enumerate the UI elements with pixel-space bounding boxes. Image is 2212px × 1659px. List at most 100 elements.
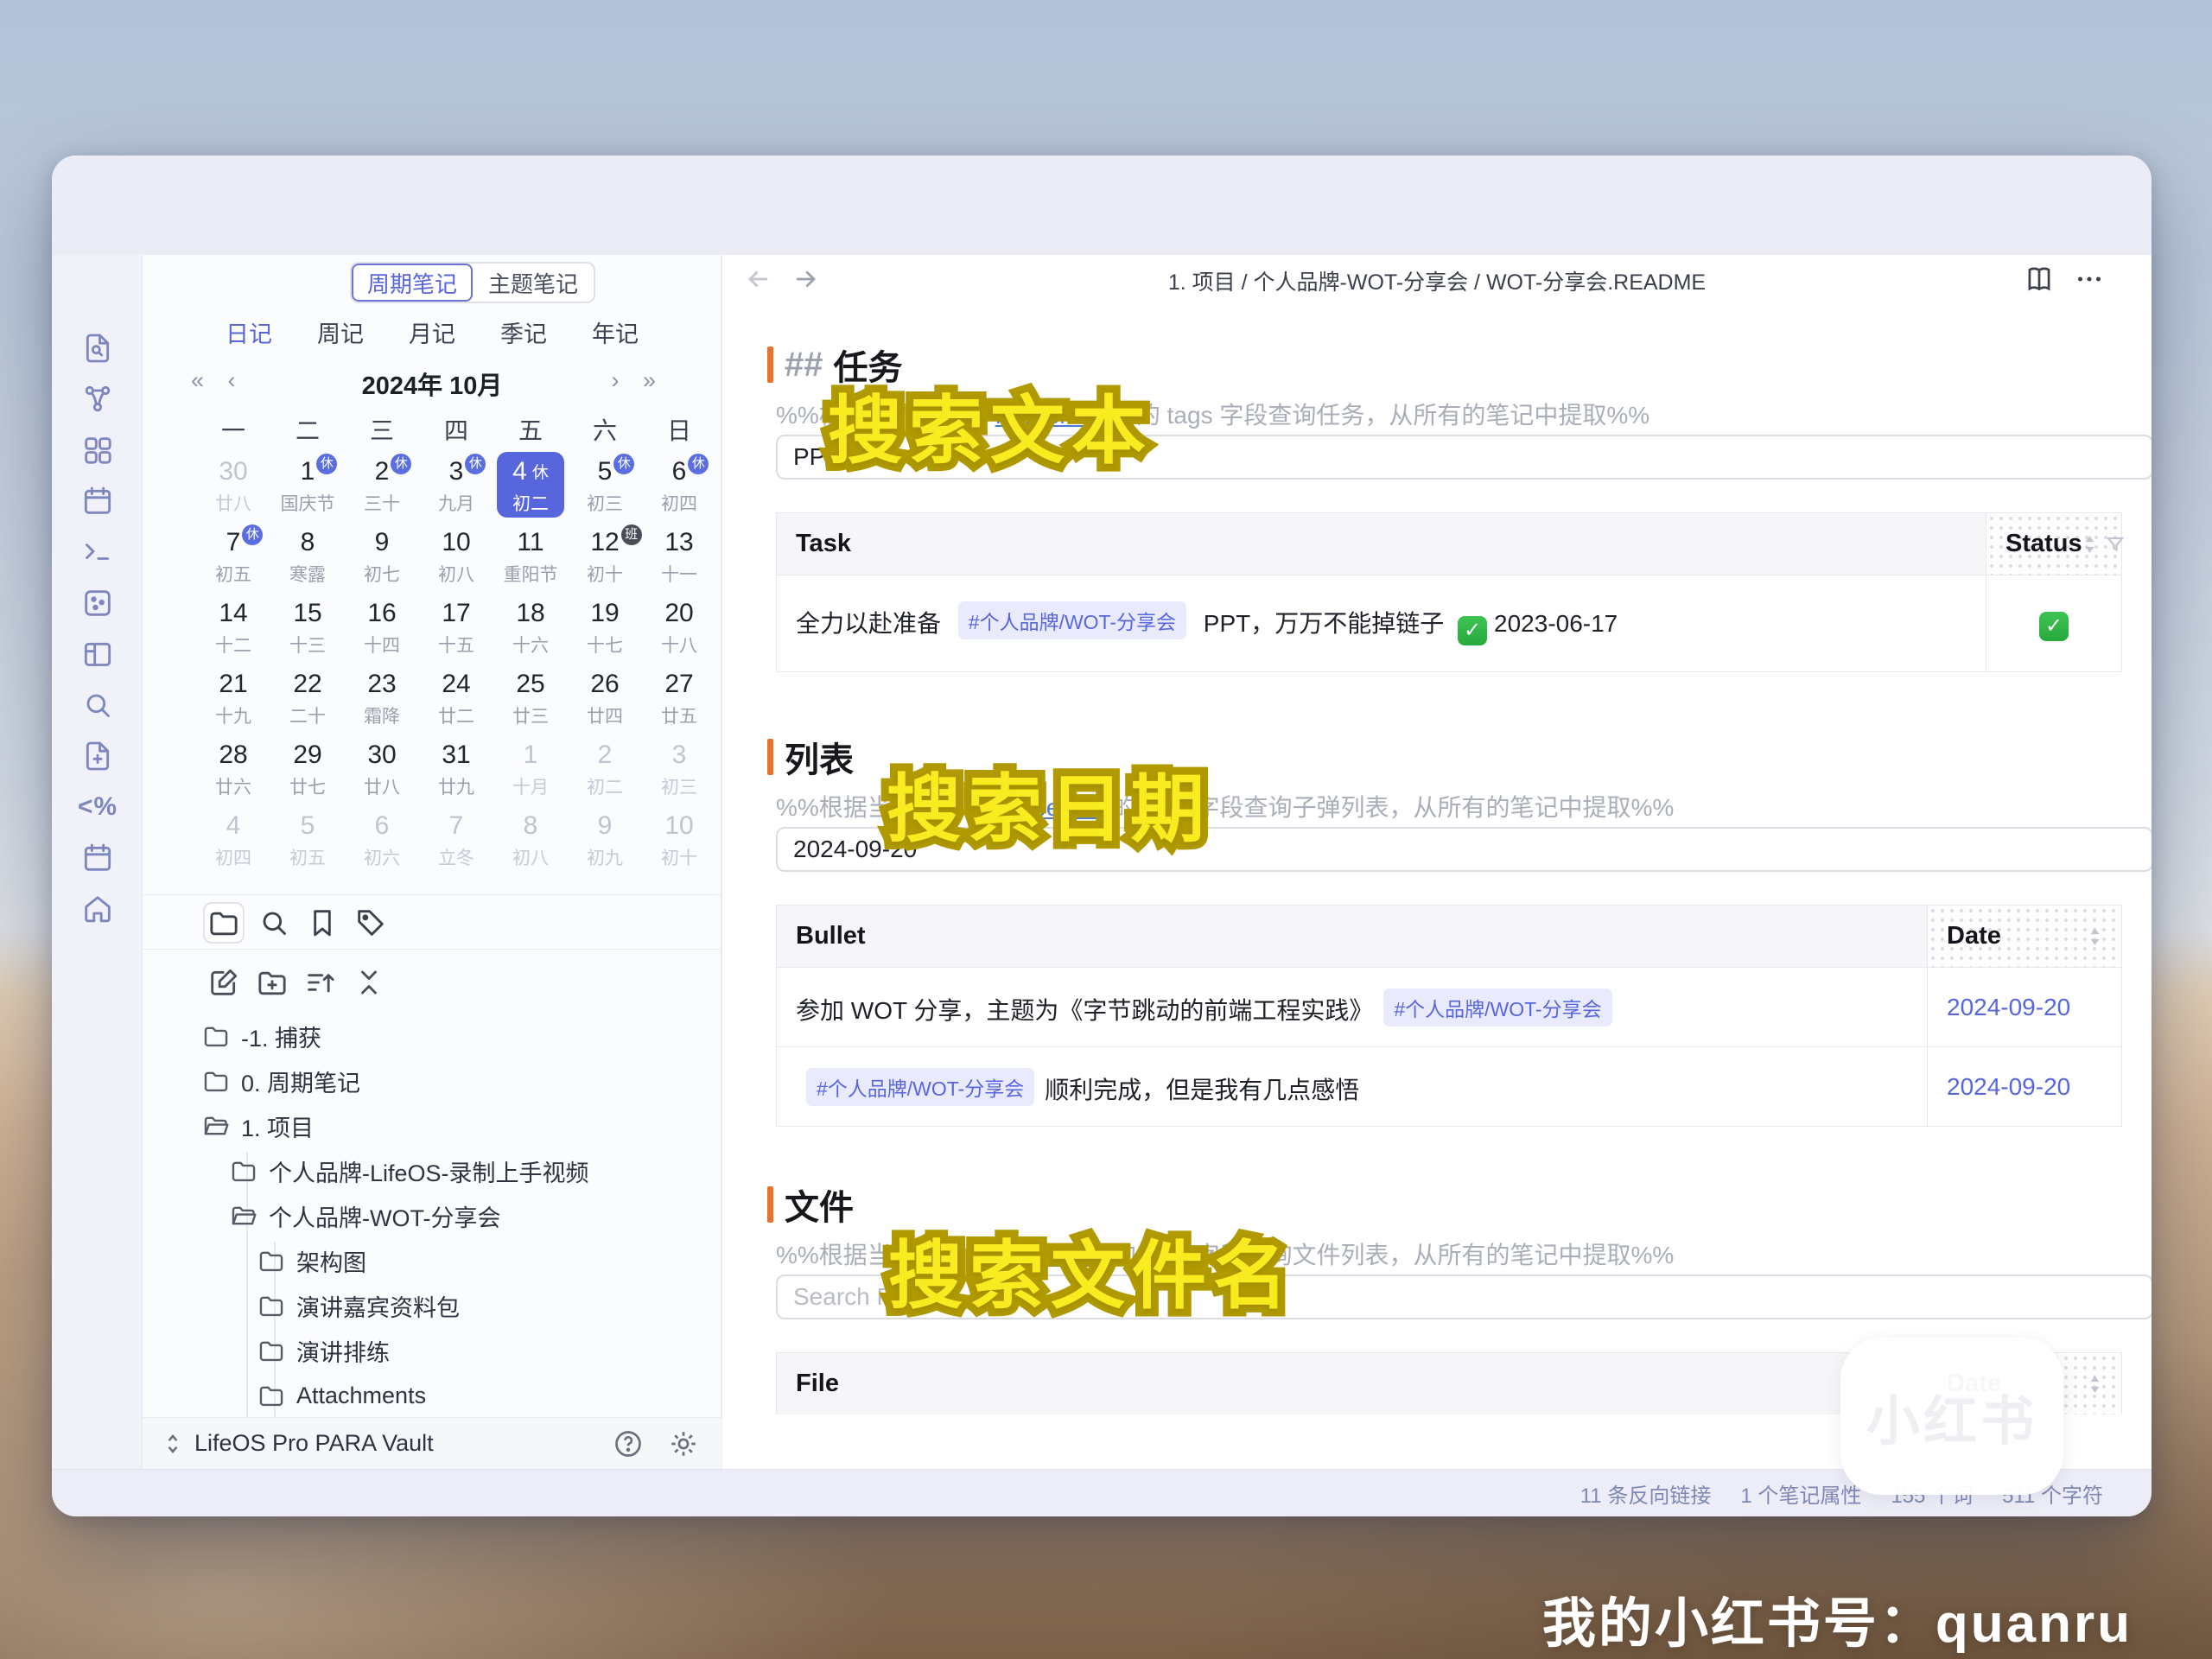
settings-gear-icon[interactable] (668, 1428, 699, 1459)
tag-icon[interactable] (350, 902, 391, 944)
file-search-icon[interactable] (79, 330, 116, 366)
column-header-file[interactable]: File (777, 1353, 1928, 1415)
search-icon[interactable] (79, 687, 116, 723)
calendar-day-6[interactable]: 6休初四 (642, 452, 716, 521)
column-header-status[interactable]: Status (1986, 513, 2122, 575)
calendar-day-2[interactable]: 2初二 (568, 735, 642, 804)
period-tab-4[interactable]: 年记 (592, 315, 639, 349)
tag-chip[interactable]: #个人品牌/WOT-分享会 (958, 601, 1186, 639)
calendar-day-25[interactable]: 25廿三 (493, 664, 568, 734)
tree-item-8[interactable]: Attachments (257, 1373, 426, 1418)
tree-item-6[interactable]: 演讲嘉宾资料包 (257, 1283, 460, 1328)
search-icon[interactable] (253, 902, 295, 944)
calendar-day-9[interactable]: 9初九 (568, 806, 642, 875)
calendar-day-30[interactable]: 30廿八 (196, 452, 270, 521)
sort-arrows-icon[interactable] (2082, 533, 2097, 556)
calendar-day-6[interactable]: 6初六 (345, 806, 419, 875)
period-tab-3[interactable]: 季记 (500, 315, 547, 349)
mode-tab-1[interactable]: 主题笔记 (473, 264, 594, 302)
tag-chip[interactable]: #个人品牌/WOT-分享会 (806, 1068, 1034, 1106)
calendar-next-icons[interactable]: › » (611, 367, 664, 394)
terminal-icon[interactable] (79, 534, 116, 570)
calendar-day-22[interactable]: 22二十 (270, 664, 345, 734)
filter-icon[interactable] (2104, 533, 2126, 556)
tree-item-5[interactable]: 架构图 (257, 1238, 366, 1283)
calendar-day-1[interactable]: 1休国庆节 (270, 452, 345, 521)
column-header-task[interactable]: Task (777, 513, 1986, 575)
graph-icon[interactable] (79, 381, 116, 417)
calendar-day-7[interactable]: 7休初五 (196, 523, 270, 592)
calendar-day-23[interactable]: 23霜降 (345, 664, 419, 734)
calendar-day-14[interactable]: 14十二 (196, 594, 270, 663)
calendar-day-12[interactable]: 12班初十 (568, 523, 642, 592)
calendar-day-17[interactable]: 17十五 (419, 594, 493, 663)
tree-item-7[interactable]: 演讲排练 (257, 1328, 390, 1373)
calendar-day-5[interactable]: 5初五 (270, 806, 345, 875)
bookmark-icon[interactable] (302, 902, 343, 944)
calendar-day-11[interactable]: 11重阳节 (493, 523, 568, 592)
calendar-day-28[interactable]: 28廿六 (196, 735, 270, 804)
calendar-day-7[interactable]: 7立冬 (419, 806, 493, 875)
table-row[interactable]: 全力以赴准备 #个人品牌/WOT-分享会 PPT，万万不能掉链子 ✓2023-0… (777, 575, 2122, 672)
more-options-icon[interactable] (2072, 262, 2107, 296)
calendar-day-15[interactable]: 15十三 (270, 594, 345, 663)
period-tab-1[interactable]: 周记 (317, 315, 364, 349)
calendar-day-4[interactable]: 4初四 (196, 806, 270, 875)
calendar-day-27[interactable]: 27廿五 (642, 664, 716, 734)
tree-item-4[interactable]: 个人品牌-WOT-分享会 (229, 1193, 500, 1238)
layout-icon[interactable] (79, 636, 116, 672)
column-header-bullet[interactable]: Bullet (777, 906, 1928, 968)
calendar-day-10[interactable]: 10初十 (642, 806, 716, 875)
edit-icon[interactable] (205, 963, 243, 1001)
calendar-day-30[interactable]: 30廿八 (345, 735, 419, 804)
template-icon[interactable]: <% (79, 789, 116, 825)
sort-arrows-icon[interactable] (2088, 1373, 2102, 1395)
period-tab-0[interactable]: 日记 (226, 315, 272, 349)
calendar-day-4[interactable]: 4休初二 (493, 452, 568, 521)
reading-view-book-icon[interactable] (2022, 262, 2056, 296)
calendar-day-3[interactable]: 3初三 (642, 735, 716, 804)
period-tab-2[interactable]: 月记 (409, 315, 455, 349)
file-plus-icon[interactable] (79, 738, 116, 774)
calendar-day-8[interactable]: 8寒露 (270, 523, 345, 592)
calendar-day-19[interactable]: 19十七 (568, 594, 642, 663)
breadcrumb[interactable]: 1. 项目 / 个人品牌-WOT-分享会 / WOT-分享会.README (722, 265, 2152, 296)
dashboard-icon[interactable] (79, 432, 116, 468)
calendar-day-2[interactable]: 2休三十 (345, 452, 419, 521)
tree-item-3[interactable]: 个人品牌-LifeOS-录制上手视频 (229, 1148, 589, 1193)
calendar-icon[interactable] (79, 483, 116, 519)
vault-help-icon[interactable] (613, 1428, 644, 1459)
tree-item-0[interactable]: -1. 捕获 (201, 1014, 321, 1058)
collapse-icon[interactable] (350, 963, 388, 1001)
calendar-day-13[interactable]: 13十一 (642, 523, 716, 592)
mode-tab-0[interactable]: 周期笔记 (352, 264, 473, 302)
calendar-day-29[interactable]: 29廿七 (270, 735, 345, 804)
calendar-day-31[interactable]: 31廿九 (419, 735, 493, 804)
calendar-icon[interactable] (79, 840, 116, 876)
calendar-day-21[interactable]: 21十九 (196, 664, 270, 734)
calendar-day-9[interactable]: 9初七 (345, 523, 419, 592)
home-icon[interactable] (79, 891, 116, 927)
dice-icon[interactable] (79, 585, 116, 621)
calendar-day-1[interactable]: 1十月 (493, 735, 568, 804)
calendar-day-16[interactable]: 16十四 (345, 594, 419, 663)
calendar-day-8[interactable]: 8初八 (493, 806, 568, 875)
tree-item-2[interactable]: 1. 项目 (201, 1103, 314, 1148)
table-row[interactable]: #个人品牌/WOT-分享会顺利完成，但是我有几点感悟2024-09-20 (777, 1047, 2122, 1127)
table-row[interactable]: 参加 WOT 分享，主题为《字节跳动的前端工程实践》#个人品牌/WOT-分享会2… (777, 968, 2122, 1047)
calendar-day-26[interactable]: 26廿四 (568, 664, 642, 734)
date-link[interactable]: 2024-09-20 (1947, 1073, 2070, 1100)
tree-item-1[interactable]: 0. 周期笔记 (201, 1058, 360, 1103)
column-header-date[interactable]: Date (1928, 906, 2122, 968)
sort-arrows-icon[interactable] (2088, 925, 2102, 948)
calendar-day-5[interactable]: 5休初三 (568, 452, 642, 521)
vault-name[interactable]: LifeOS Pro PARA Vault (194, 1430, 613, 1457)
tag-chip[interactable]: #个人品牌/WOT-分享会 (1383, 988, 1611, 1027)
date-link[interactable]: 2024-09-20 (1947, 994, 2070, 1020)
calendar-day-20[interactable]: 20十八 (642, 594, 716, 663)
calendar-day-24[interactable]: 24廿二 (419, 664, 493, 734)
calendar-day-18[interactable]: 18十六 (493, 594, 568, 663)
vault-switcher-icon[interactable] (160, 1431, 186, 1457)
calendar-day-3[interactable]: 3休九月 (419, 452, 493, 521)
sort-asc-icon[interactable] (302, 963, 340, 1001)
